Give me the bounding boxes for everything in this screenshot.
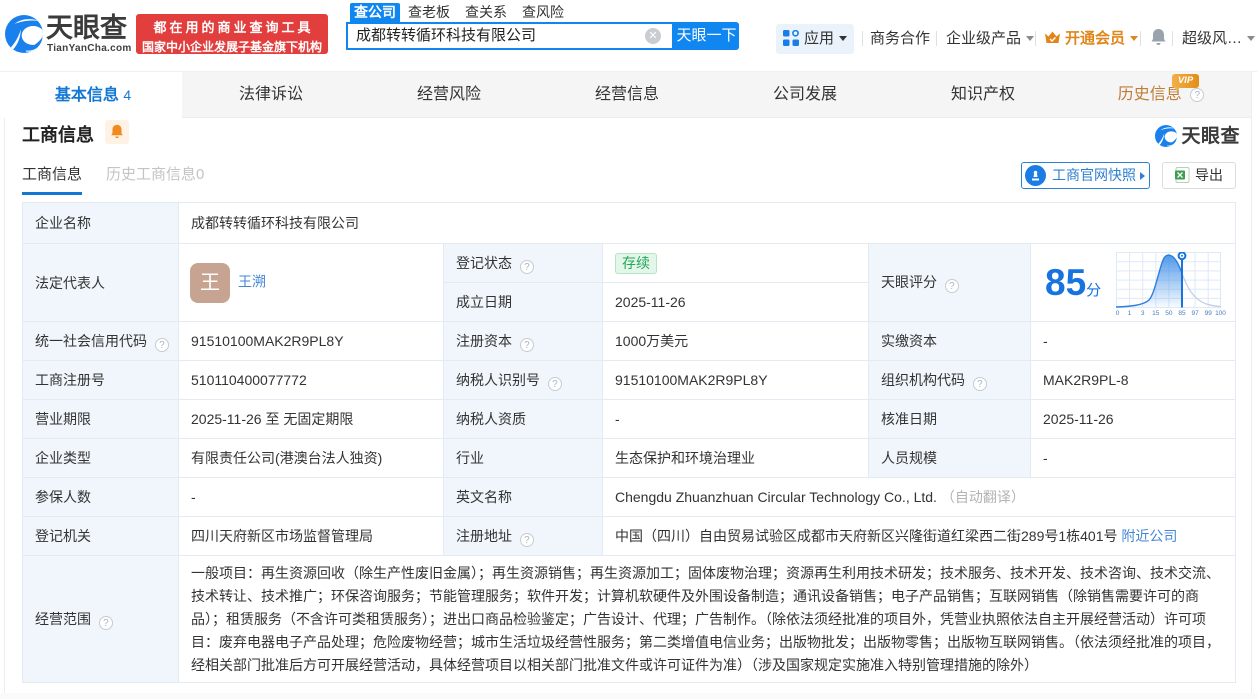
svg-text:3: 3	[1141, 310, 1145, 316]
svg-text:99: 99	[1205, 310, 1213, 316]
svg-text:85: 85	[1179, 310, 1187, 316]
svg-text:100: 100	[1215, 310, 1226, 316]
svg-text:97: 97	[1192, 310, 1200, 316]
svg-text:15: 15	[1152, 310, 1160, 316]
svg-text:0: 0	[1116, 310, 1120, 316]
svg-text:1: 1	[1128, 310, 1132, 316]
svg-text:50: 50	[1165, 310, 1173, 316]
